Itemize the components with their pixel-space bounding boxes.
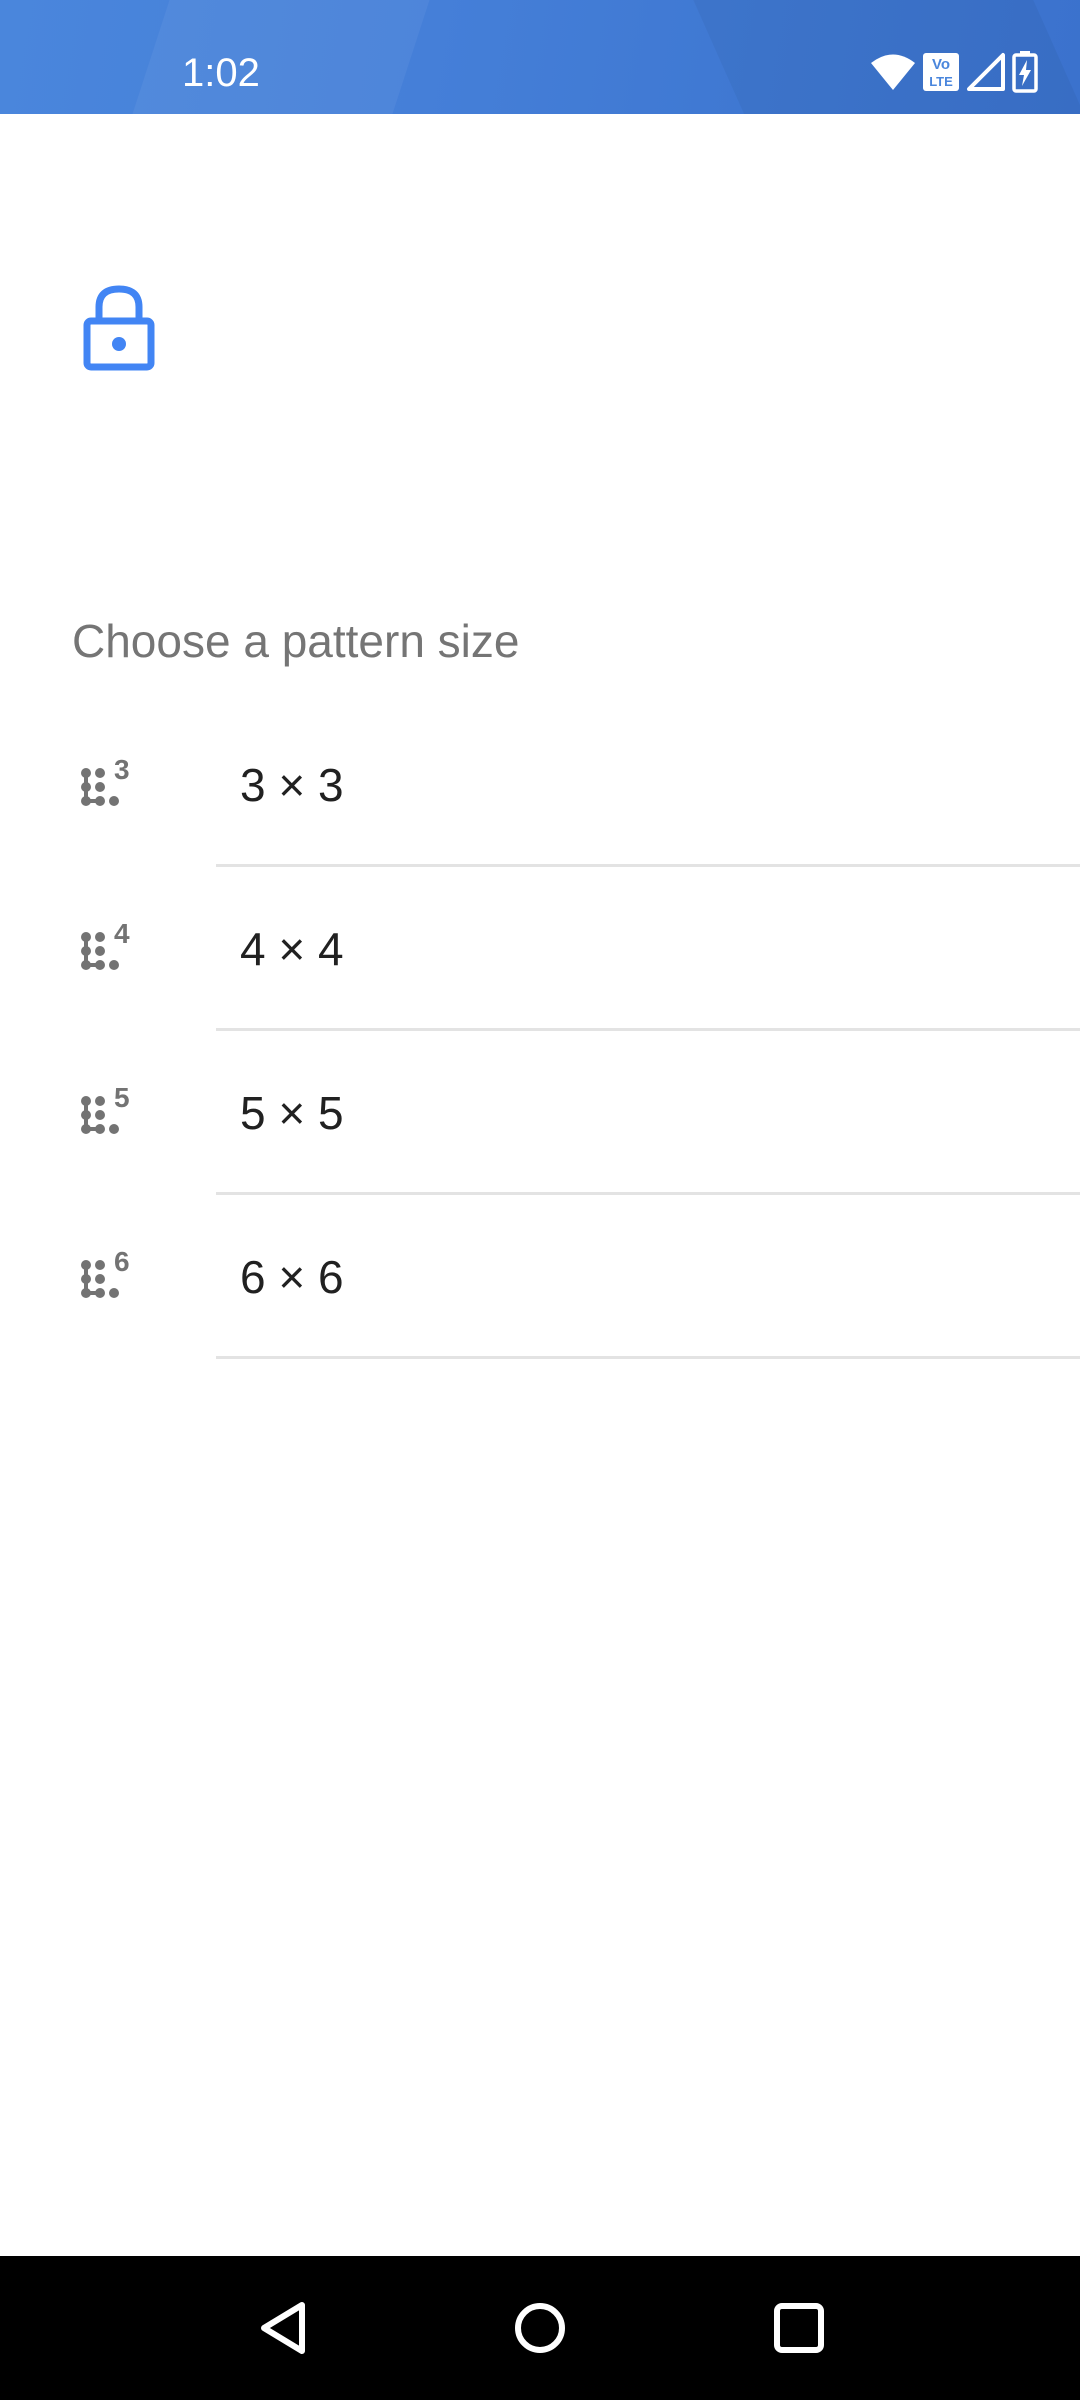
pattern-size-label: 4 × 4	[240, 923, 344, 975]
pattern-size-option-5[interactable]: 5 5 × 5	[0, 1031, 1080, 1195]
status-bar: 1:02 Vo LTE	[0, 0, 1080, 114]
pattern-6-icon: 6	[78, 1246, 138, 1301]
pattern-size-option-3[interactable]: 3 3 × 3	[0, 703, 1080, 867]
pattern-size-label: 6 × 6	[240, 1251, 344, 1303]
volte-top-text: Vo	[932, 56, 950, 73]
pattern-size-label: 3 × 3	[240, 759, 344, 811]
pattern-size-option-4[interactable]: 4 4 × 4	[0, 867, 1080, 1031]
pattern-3-icon: 3	[78, 754, 138, 809]
home-icon	[515, 2303, 565, 2353]
back-button[interactable]	[242, 2286, 326, 2370]
pattern-5-icon: 5	[78, 1082, 138, 1137]
pattern-size-option-6[interactable]: 6 6 × 6	[0, 1195, 1080, 1359]
pattern-4-digit: 4	[114, 919, 130, 949]
navigation-bar	[0, 2256, 1080, 2400]
pattern-3-digit: 3	[114, 755, 130, 785]
volte-icon: Vo LTE	[922, 52, 960, 92]
lock-icon	[82, 285, 156, 371]
volte-bottom-text: LTE	[929, 74, 953, 89]
status-time: 1:02	[182, 51, 260, 95]
divider	[216, 1356, 1080, 1359]
page-title: Choose a pattern size	[72, 615, 520, 667]
recents-button[interactable]	[757, 2286, 841, 2370]
pattern-6-digit: 6	[114, 1247, 130, 1277]
battery-charging-icon	[1012, 51, 1038, 93]
home-button[interactable]	[498, 2286, 582, 2370]
wifi-icon	[870, 52, 916, 92]
status-bar-decoration	[124, 0, 436, 114]
back-icon	[261, 2302, 305, 2354]
signal-icon	[966, 52, 1006, 92]
pattern-4-icon: 4	[78, 918, 138, 973]
recents-icon	[774, 2303, 824, 2353]
status-icons: Vo LTE	[870, 50, 1038, 94]
pattern-5-digit: 5	[114, 1083, 130, 1113]
pattern-size-label: 5 × 5	[240, 1087, 344, 1139]
pattern-size-list: 3 3 × 3 4 4 × 4 5 5 × 5 6 6 × 6	[0, 703, 1080, 1359]
